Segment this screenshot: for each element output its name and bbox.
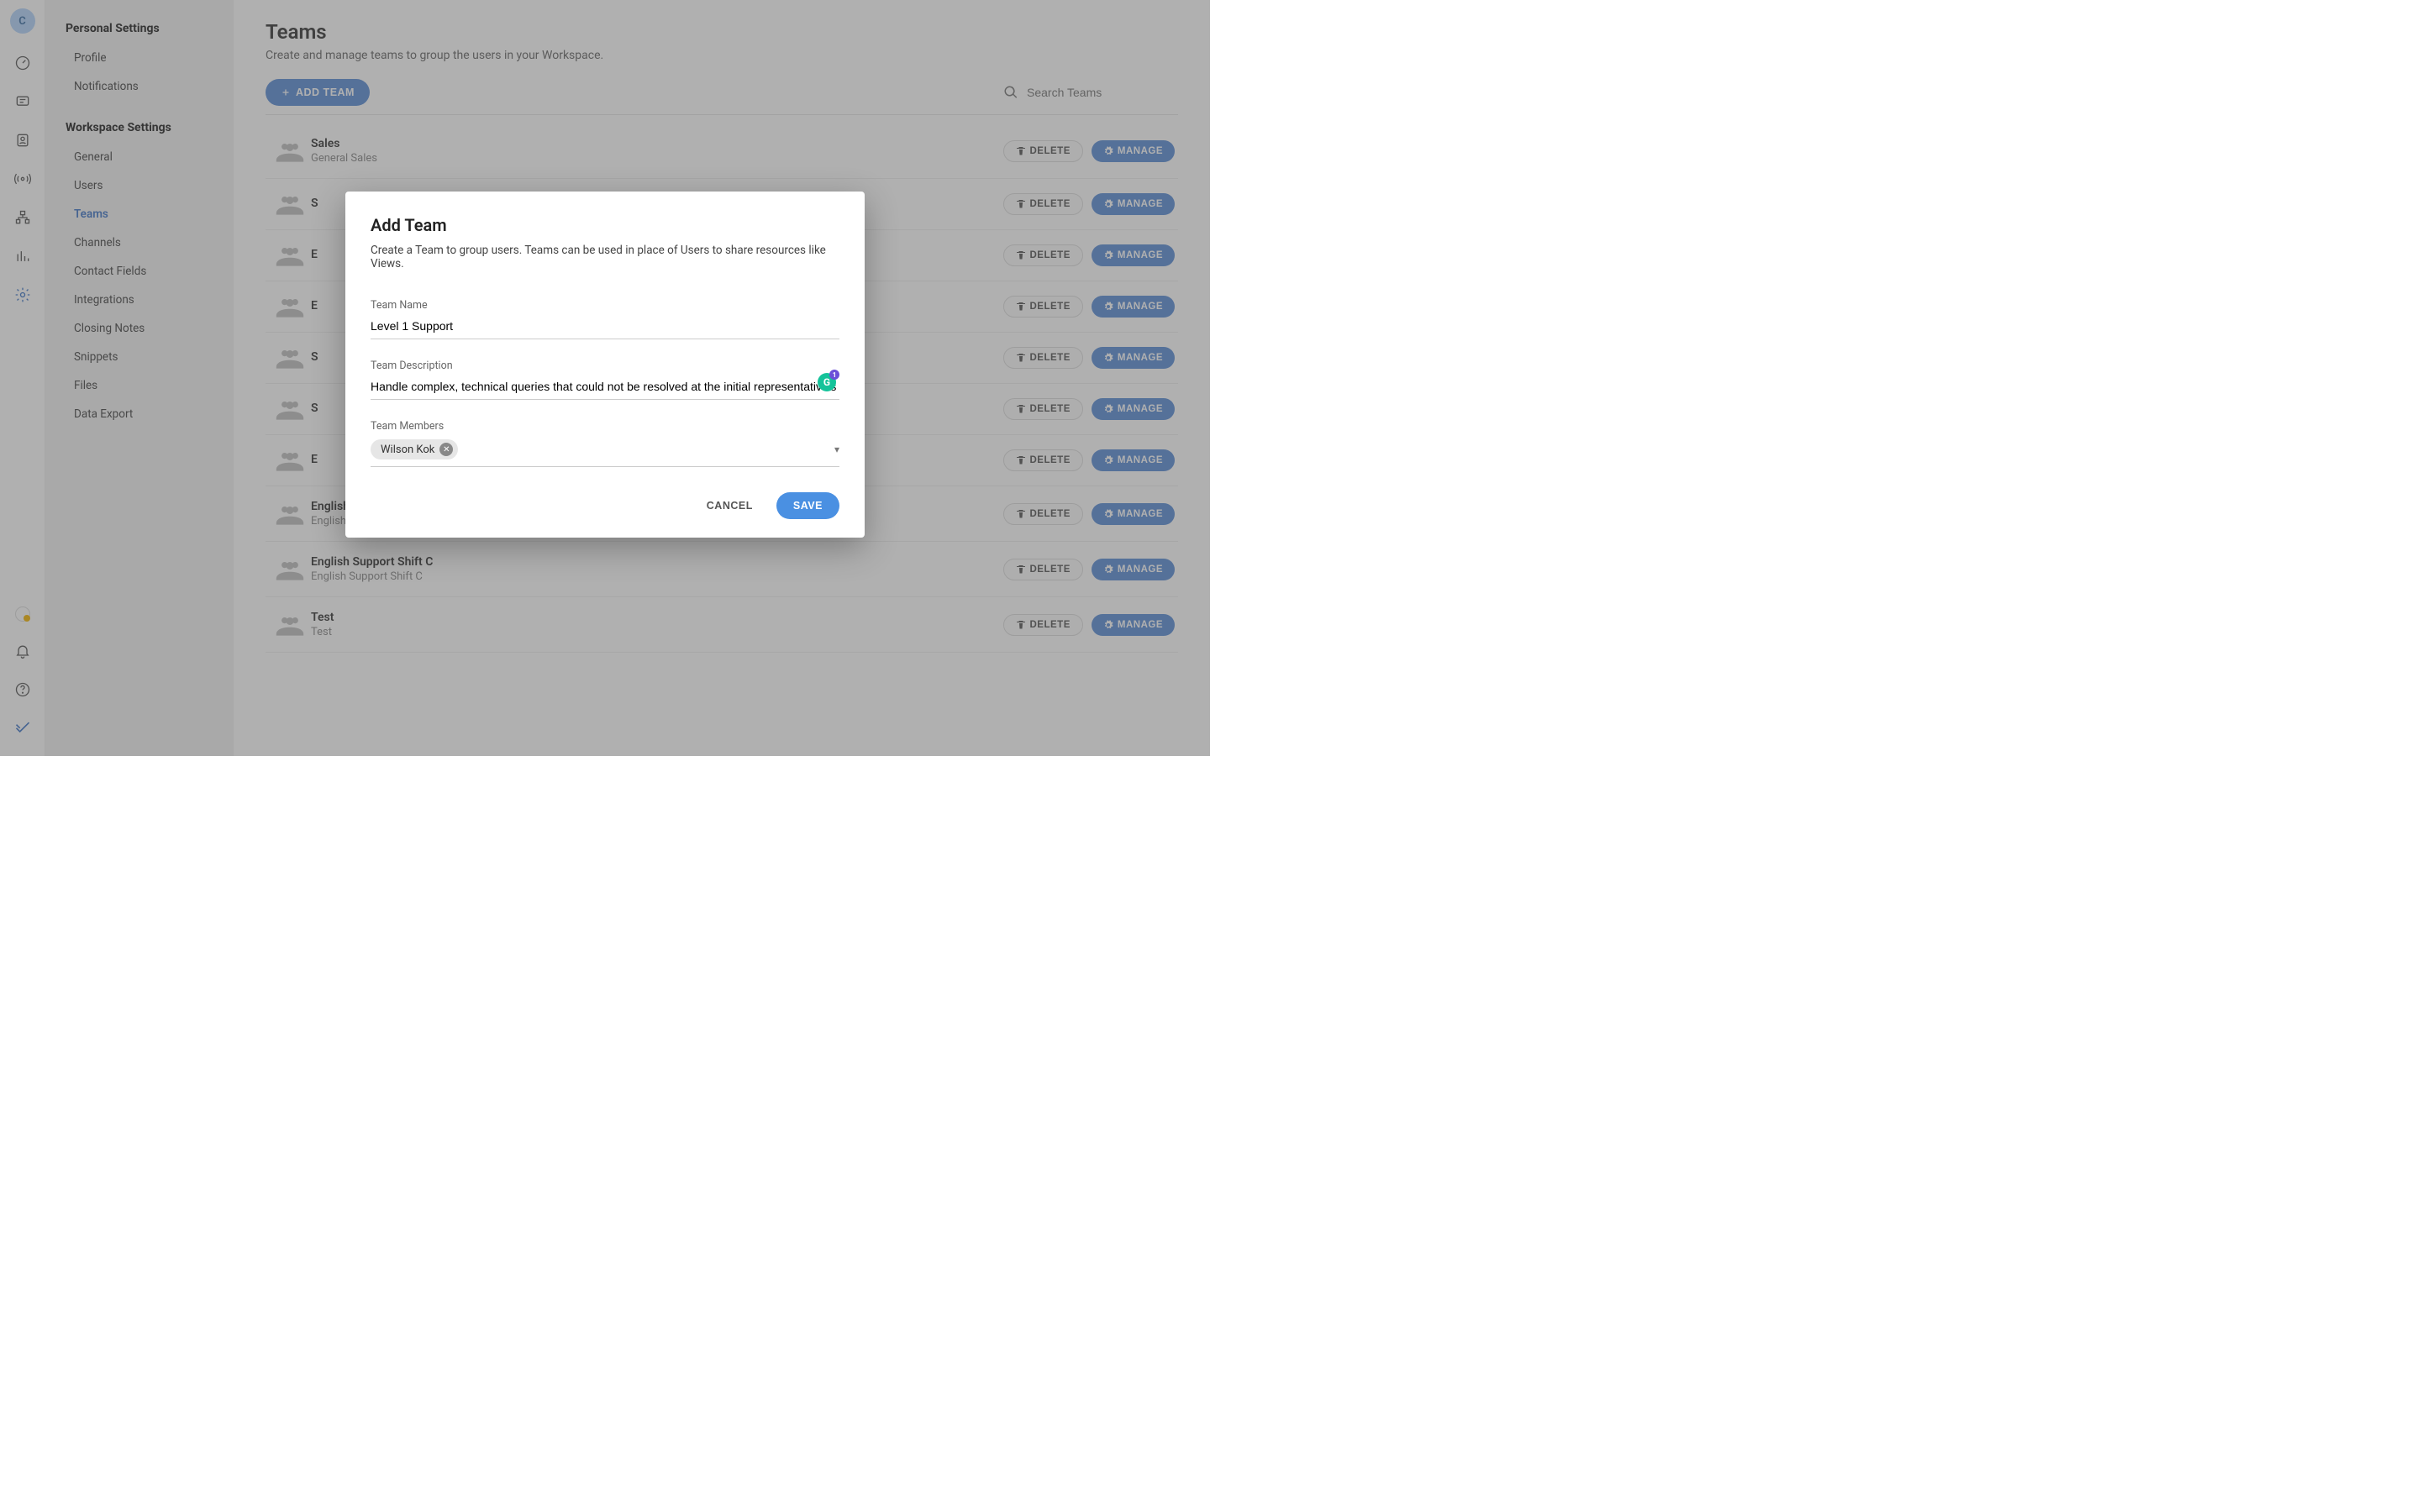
- team-members-select[interactable]: Wilson Kok ✕ ▾: [371, 436, 839, 467]
- modal-title: Add Team: [371, 215, 839, 235]
- modal-overlay[interactable]: Add Team Create a Team to group users. T…: [0, 0, 1210, 756]
- team-desc-input[interactable]: [371, 375, 839, 400]
- grammarly-badge: 1: [829, 370, 839, 380]
- save-button[interactable]: SAVE: [776, 492, 839, 519]
- modal-subtitle: Create a Team to group users. Teams can …: [371, 244, 839, 270]
- team-name-input[interactable]: [371, 315, 839, 339]
- team-members-label: Team Members: [371, 420, 839, 433]
- team-name-label: Team Name: [371, 299, 839, 312]
- chevron-down-icon[interactable]: ▾: [834, 444, 839, 455]
- cancel-button[interactable]: CANCEL: [695, 492, 765, 519]
- member-chip: Wilson Kok ✕: [371, 439, 458, 459]
- member-chip-label: Wilson Kok: [381, 444, 434, 456]
- team-desc-label: Team Description: [371, 360, 839, 372]
- remove-chip-icon[interactable]: ✕: [439, 443, 453, 456]
- add-team-modal: Add Team Create a Team to group users. T…: [345, 192, 865, 538]
- grammarly-icon[interactable]: 1: [818, 373, 836, 391]
